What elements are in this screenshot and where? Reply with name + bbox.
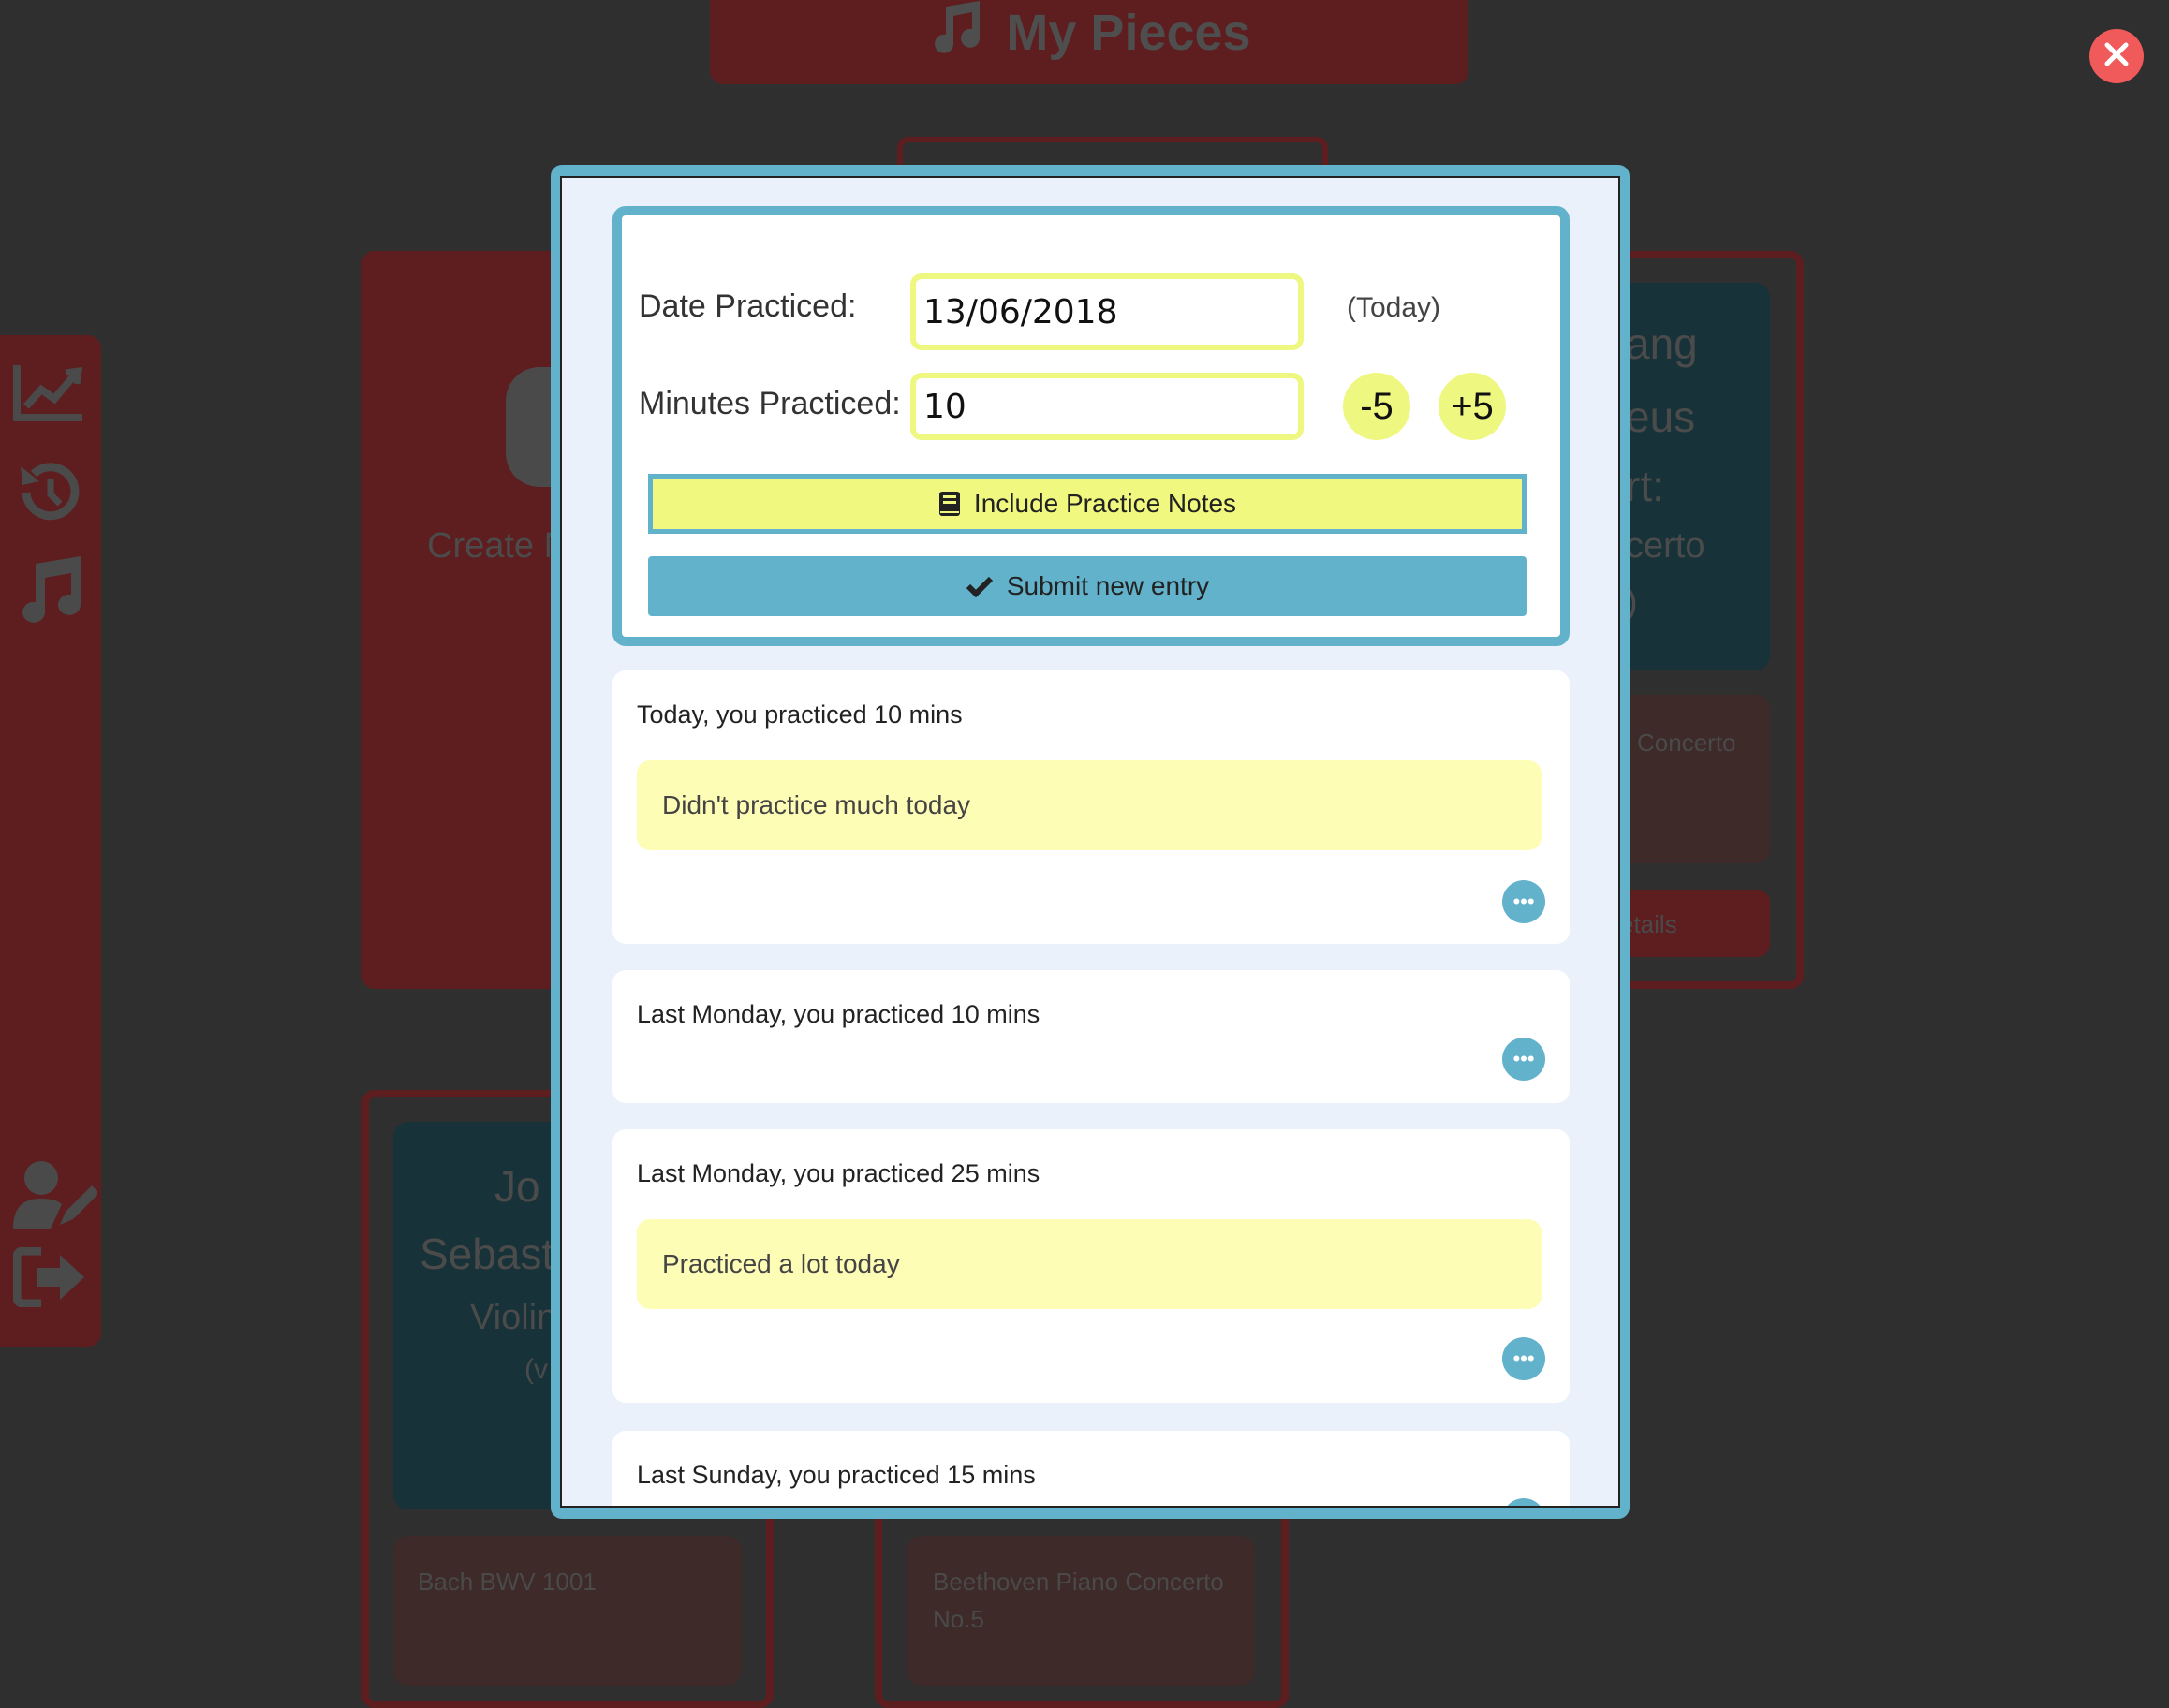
practice-log-modal: Date Practiced: 13/06/2018 (Today) Minut… bbox=[551, 165, 1630, 1519]
include-notes-button[interactable]: Include Practice Notes bbox=[648, 474, 1527, 534]
new-entry-form: Date Practiced: 13/06/2018 (Today) Minut… bbox=[612, 206, 1570, 646]
music-note-icon[interactable] bbox=[13, 554, 88, 623]
piece-detail-bach bbox=[393, 1536, 742, 1686]
piece-subtitle: Beethoven Piano Concerto bbox=[933, 1568, 1224, 1596]
submit-entry-button[interactable]: Submit new entry bbox=[648, 556, 1527, 616]
practice-entry: Last Sunday, you practiced 15 mins ••• bbox=[612, 1431, 1570, 1506]
entry-more-button[interactable]: ••• bbox=[1502, 1337, 1545, 1380]
entry-note: Didn't practice much today bbox=[637, 760, 1542, 850]
close-icon bbox=[2103, 41, 2130, 72]
history-icon[interactable] bbox=[13, 457, 88, 523]
piece-title-fragment: Violin bbox=[470, 1298, 557, 1337]
include-notes-label: Include Practice Notes bbox=[973, 489, 1237, 518]
music-note-icon bbox=[927, 0, 983, 66]
create-piece-label: Create N bbox=[427, 526, 570, 566]
entry-title: Today, you practiced 10 mins bbox=[637, 700, 963, 729]
piece-subtitle: Concerto bbox=[1637, 729, 1736, 757]
date-field[interactable]: 13/06/2018 bbox=[910, 273, 1304, 350]
minus-5-button[interactable]: -5 bbox=[1343, 373, 1410, 440]
piece-composer-fragment: rt: bbox=[1626, 462, 1664, 510]
date-hint: (Today) bbox=[1347, 292, 1441, 323]
piece-title-fragment: (v bbox=[524, 1354, 548, 1385]
piece-composer-fragment: Jo bbox=[494, 1162, 540, 1211]
entry-title: Last Sunday, you practiced 15 mins bbox=[637, 1461, 1036, 1489]
piece-title-fragment: certo bbox=[1626, 526, 1705, 566]
practice-entry: Last Monday, you practiced 25 mins Pract… bbox=[612, 1129, 1570, 1403]
entry-note: Practiced a lot today bbox=[637, 1219, 1542, 1309]
plus-5-button[interactable]: +5 bbox=[1439, 373, 1506, 440]
page-title-text: My Pieces bbox=[1006, 5, 1251, 61]
page-title: My Pieces bbox=[710, 0, 1468, 84]
entry-title: Last Monday, you practiced 10 mins bbox=[637, 1000, 1040, 1028]
date-label: Date Practiced: bbox=[639, 288, 857, 324]
piece-composer-fragment: Sebast bbox=[420, 1229, 554, 1278]
chart-line-icon[interactable] bbox=[13, 363, 88, 429]
piece-subtitle: Bach BWV 1001 bbox=[418, 1568, 597, 1596]
practice-entry: Today, you practiced 10 mins Didn't prac… bbox=[612, 670, 1570, 944]
modal-scroll-area[interactable]: Date Practiced: 13/06/2018 (Today) Minut… bbox=[560, 176, 1620, 1508]
submit-entry-label: Submit new entry bbox=[1006, 571, 1210, 600]
piece-composer-fragment: eus bbox=[1626, 392, 1696, 441]
minutes-label: Minutes Practiced: bbox=[639, 386, 901, 421]
practice-entry: Last Monday, you practiced 10 mins ••• bbox=[612, 970, 1570, 1103]
user-edit-icon[interactable] bbox=[13, 1159, 99, 1229]
piece-subtitle: No.5 bbox=[933, 1605, 984, 1633]
entry-more-button[interactable]: ••• bbox=[1502, 1038, 1545, 1081]
piece-composer-fragment: ang bbox=[1626, 319, 1698, 368]
close-modal-button[interactable] bbox=[2089, 29, 2144, 83]
sidebar bbox=[0, 335, 101, 1347]
entry-more-button[interactable]: ••• bbox=[1502, 880, 1545, 923]
check-icon bbox=[966, 575, 994, 597]
entry-more-button[interactable]: ••• bbox=[1502, 1498, 1545, 1506]
entry-title: Last Monday, you practiced 25 mins bbox=[637, 1159, 1040, 1187]
book-icon bbox=[938, 491, 961, 517]
minutes-field[interactable]: 10 bbox=[910, 373, 1304, 440]
sign-out-icon[interactable] bbox=[12, 1246, 88, 1313]
